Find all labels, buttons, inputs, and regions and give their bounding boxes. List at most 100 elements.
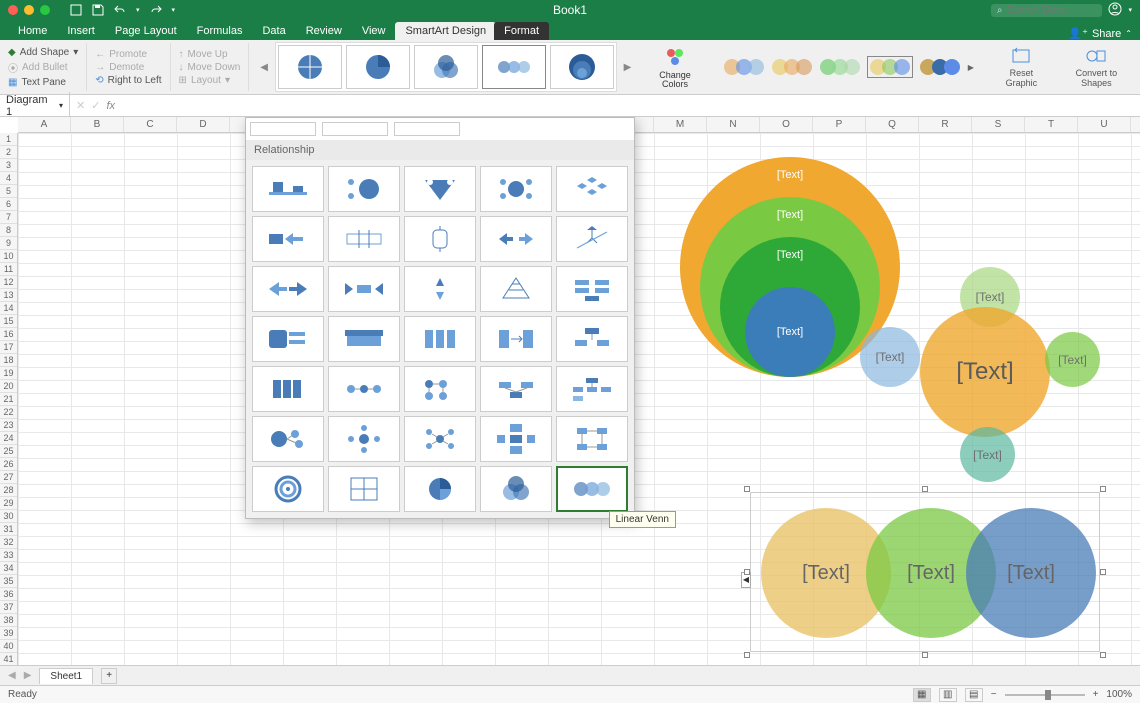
row-header[interactable]: 14 [0,302,17,315]
row-header[interactable]: 36 [0,588,17,601]
cancel-formula-icon[interactable]: ✕ [76,99,85,112]
column-header[interactable]: D [177,117,230,132]
tab-smartart-design[interactable]: SmartArt Design [395,22,496,40]
window-maximize-button[interactable] [40,5,50,15]
layout-dropdown-item[interactable] [328,166,400,212]
color-variant-1[interactable] [724,59,764,75]
layout-dropdown-item[interactable] [480,466,552,512]
undo-dropdown-icon[interactable]: ▾ [136,6,140,14]
column-header[interactable]: A [18,117,71,132]
layout-dropdown-item[interactable] [328,466,400,512]
smartart-bubble-cluster[interactable]: [Text] [Text] [Text] [Text] [Text] [860,267,1110,487]
search-sheet-box[interactable]: ⌕ [991,4,1103,17]
view-normal-icon[interactable]: ▦ [913,688,931,702]
row-header[interactable]: 20 [0,380,17,393]
demote-button[interactable]: →Demote [95,62,161,73]
layout-dropdown-item[interactable] [556,366,628,412]
column-header[interactable]: M [654,117,707,132]
column-header[interactable]: P [813,117,866,132]
layout-dropdown-item[interactable] [252,266,324,312]
row-header[interactable]: 32 [0,536,17,549]
color-variant-3[interactable] [820,59,860,75]
layout-dropdown-item[interactable] [556,166,628,212]
window-minimize-button[interactable] [24,5,34,15]
layout-dropdown-item[interactable] [252,216,324,262]
layout-dropdown-item[interactable] [556,266,628,312]
bubble-4[interactable]: [Text] [960,427,1015,482]
tab-review[interactable]: Review [296,22,352,40]
row-header[interactable]: 35 [0,575,17,588]
sheet-tab-active[interactable]: Sheet1 [39,668,93,684]
row-header[interactable]: 29 [0,497,17,510]
save-icon[interactable] [92,4,104,16]
column-header[interactable]: O [760,117,813,132]
tab-view[interactable]: View [352,22,396,40]
layout-dropdown-item[interactable] [328,216,400,262]
layout-dropdown-item[interactable] [404,216,476,262]
accept-formula-icon[interactable]: ✓ [91,99,100,112]
layout-dropdown-item[interactable] [556,416,628,462]
row-header[interactable]: 31 [0,523,17,536]
layout-dropdown-item[interactable] [480,216,552,262]
dp-top-2[interactable] [322,122,388,136]
row-header[interactable]: 2 [0,146,17,159]
tab-data[interactable]: Data [252,22,295,40]
row-header[interactable]: 9 [0,237,17,250]
zoom-in-button[interactable]: + [1093,689,1099,700]
row-header[interactable]: 22 [0,406,17,419]
move-up-button[interactable]: ↑Move Up [179,49,241,60]
column-header[interactable]: T [1025,117,1078,132]
layout-button[interactable]: ⊞Layout ▾ [179,75,241,86]
layout-dropdown-item[interactable] [252,316,324,362]
add-sheet-button[interactable]: + [101,668,117,684]
row-header[interactable]: 40 [0,640,17,653]
row-header[interactable]: 41 [0,653,17,665]
layout-dropdown-item[interactable] [328,366,400,412]
share-button[interactable]: 👤⁺ Share ⌃ [1068,27,1132,40]
layout-dropdown-item[interactable] [556,316,628,362]
tab-home[interactable]: Home [8,22,57,40]
reset-graphic-button[interactable]: Reset Graphic [994,46,1049,88]
dp-top-3[interactable] [394,122,460,136]
color-variant-5[interactable] [920,59,960,75]
fx-icon[interactable]: fx [106,100,115,112]
autosave-toggle-icon[interactable] [70,4,82,16]
view-page-break-icon[interactable]: ▤ [965,688,983,702]
row-header[interactable]: 27 [0,471,17,484]
layout-dropdown-item[interactable] [252,366,324,412]
layout-gallery-next[interactable]: ▶ [621,45,634,89]
row-header[interactable]: 30 [0,510,17,523]
text-pane-button[interactable]: ▦Text Pane [8,77,78,88]
row-header[interactable]: 25 [0,445,17,458]
zoom-level-label[interactable]: 100% [1106,689,1132,700]
layout-dropdown-item[interactable] [480,366,552,412]
bubble-center[interactable]: [Text] [920,307,1050,437]
sheet-nav-first-icon[interactable]: ◀ [8,670,16,681]
user-icon[interactable] [1108,2,1122,19]
color-variant-2[interactable] [772,59,812,75]
row-header[interactable]: 38 [0,614,17,627]
stacked-venn-text-4[interactable]: [Text] [777,326,803,338]
layout-dropdown-item[interactable] [404,266,476,312]
layout-dropdown-item[interactable] [480,416,552,462]
row-header[interactable]: 37 [0,601,17,614]
column-header[interactable]: B [71,117,124,132]
row-header[interactable]: 16 [0,328,17,341]
layout-option-3[interactable] [414,45,478,89]
add-shape-button[interactable]: ◆Add Shape ▾ [8,47,78,58]
redo-dropdown-icon[interactable]: ▾ [172,6,176,14]
layout-option-4[interactable] [482,45,546,89]
row-header[interactable]: 24 [0,432,17,445]
layout-dropdown-item[interactable] [404,416,476,462]
row-header[interactable]: 8 [0,224,17,237]
row-header[interactable]: 3 [0,159,17,172]
window-close-button[interactable] [8,5,18,15]
convert-to-shapes-button[interactable]: Convert to Shapes [1061,46,1132,88]
row-header[interactable]: 4 [0,172,17,185]
row-header[interactable]: 23 [0,419,17,432]
layout-dropdown-item[interactable] [252,416,324,462]
row-header[interactable]: 10 [0,250,17,263]
zoom-out-button[interactable]: − [991,689,997,700]
row-header[interactable]: 5 [0,185,17,198]
row-header[interactable]: 34 [0,562,17,575]
